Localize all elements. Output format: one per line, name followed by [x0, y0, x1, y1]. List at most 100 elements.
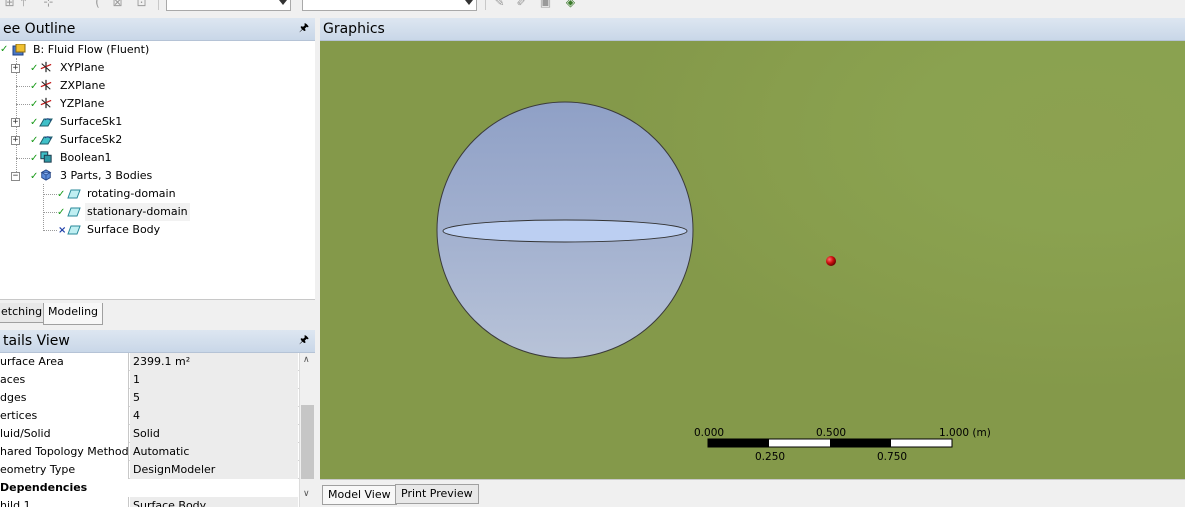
details-row[interactable]: eometry Type DesignModeler: [0, 461, 299, 479]
check-icon: ✓: [30, 153, 39, 164]
check-icon: ✓: [30, 81, 39, 92]
scale-label: 0.000: [694, 427, 724, 439]
details-scrollbar[interactable]: ∧ ∨: [299, 353, 315, 507]
details-row-value: 4: [130, 407, 298, 425]
curve-icon[interactable]: (: [91, 0, 104, 9]
check-icon: ✓: [57, 189, 66, 200]
details-row-name: eometry Type: [0, 461, 129, 479]
tree-item-surfacesk2[interactable]: + ✓ SurfaceSk2: [0, 131, 315, 149]
tree-item-label: stationary-domain: [85, 203, 190, 221]
graph-icon[interactable]: ◈: [564, 0, 577, 9]
details-row-name: ertices: [0, 407, 129, 425]
toolbar-separator: [485, 0, 486, 10]
comment-icon[interactable]: ✎: [493, 0, 506, 9]
tree-item-xyplane[interactable]: + ✓ XYPlane: [0, 59, 315, 77]
tab-sketching[interactable]: etching: [0, 303, 48, 323]
check-icon: ✓: [30, 135, 39, 146]
details-row-name: urface Area: [0, 353, 129, 371]
graphics-tabbar: Model View Print Preview: [320, 479, 1185, 507]
collapse-icon[interactable]: −: [11, 172, 20, 181]
details-row[interactable]: aces 1: [0, 371, 299, 389]
tree-item-label: B: Fluid Flow (Fluent): [33, 43, 150, 56]
details-row-value: Solid: [130, 425, 298, 443]
brush-icon[interactable]: ✐: [515, 0, 528, 9]
pin-icon[interactable]: 🖈: [299, 334, 309, 346]
tab-modeling[interactable]: Modeling: [43, 303, 104, 325]
toolbar-combo-2[interactable]: [302, 0, 477, 11]
equator-surface[interactable]: [442, 219, 688, 243]
parts-icon: [40, 169, 52, 181]
tree-item-boolean1[interactable]: ✓ Boolean1: [0, 149, 315, 167]
scale-label: 1.000 (m): [939, 427, 991, 439]
tab-label: Modeling: [48, 305, 99, 318]
tree-outline-title: ee Outline: [3, 21, 76, 37]
edge-select-icon[interactable]: ⊹: [42, 0, 55, 9]
tree-item-label: rotating-domain: [87, 187, 176, 200]
tree-item-label: ZXPlane: [60, 79, 106, 92]
check-icon: ✓: [30, 117, 39, 128]
pin-icon[interactable]: 🖈: [299, 22, 309, 34]
details-row-value: 1: [130, 371, 298, 389]
details-row-value: DesignModeler: [130, 461, 298, 479]
tree-item-surface-body[interactable]: × Surface Body: [0, 221, 315, 239]
graphics-canvas: 0.000 0.500 1.000 (m) 0.250 0.750: [436, 101, 991, 463]
tab-label: Model View: [328, 488, 391, 501]
expand-icon[interactable]: +: [11, 118, 20, 127]
details-row-value: 5: [130, 389, 298, 407]
tree-item-zxplane[interactable]: ✓ ZXPlane: [0, 77, 315, 95]
toolbar-combo-1[interactable]: [166, 0, 291, 11]
details-row-value: Surface Body: [130, 497, 298, 507]
details-row-name: hared Topology Method: [0, 443, 129, 461]
details-row[interactable]: ertices 4: [0, 407, 299, 425]
details-row-name: aces: [0, 371, 129, 389]
check-icon: ✓: [0, 44, 9, 55]
red-point-marker[interactable]: [826, 256, 836, 266]
select-mode-icon[interactable]: ⊡: [135, 0, 148, 9]
tree-item-stationary-domain[interactable]: ✓ stationary-domain: [0, 203, 315, 221]
tree-outline: ✓ B: Fluid Flow (Fluent) + ✓ XYPlane ✓ Z…: [0, 41, 315, 299]
tree-item-surfacesk1[interactable]: + ✓ SurfaceSk1: [0, 113, 315, 131]
details-row[interactable]: hared Topology Method Automatic: [0, 443, 299, 461]
tree-item-rotating-domain[interactable]: ✓ rotating-domain: [0, 185, 315, 203]
details-view-title: tails View: [3, 333, 70, 349]
expand-icon[interactable]: +: [11, 64, 20, 73]
details-view: urface Area 2399.1 m² aces 1 dges 5 erti…: [0, 353, 299, 507]
scroll-thumb[interactable]: [301, 405, 314, 479]
surface-body-icon: [67, 225, 81, 235]
surface-body-icon: [67, 189, 81, 199]
camera-icon[interactable]: ▣: [539, 0, 552, 9]
details-group-label: Dependencies: [0, 479, 299, 497]
tree-item-project[interactable]: ✓ B: Fluid Flow (Fluent): [0, 41, 315, 59]
tree-item-label: SurfaceSk2: [60, 133, 123, 146]
scroll-down-icon[interactable]: ∨: [303, 489, 310, 499]
feature-icon[interactable]: ⊠: [111, 0, 124, 9]
details-row[interactable]: dges 5: [0, 389, 299, 407]
expand-icon[interactable]: +: [11, 136, 20, 145]
graphics-viewport[interactable]: 0.000 0.500 1.000 (m) 0.250 0.750: [320, 41, 1185, 479]
tree-item-parts[interactable]: − ✓ 3 Parts, 3 Bodies: [0, 167, 315, 185]
details-row[interactable]: urface Area 2399.1 m²: [0, 353, 299, 371]
chevron-down-icon: [279, 0, 287, 5]
details-row[interactable]: hild 1 Surface Body: [0, 497, 299, 507]
check-icon: ✓: [30, 63, 39, 74]
chevron-down-icon: [465, 0, 473, 5]
surface-body-icon: [67, 207, 81, 217]
check-icon: ✓: [57, 207, 66, 218]
boolean-icon: [40, 151, 52, 163]
scale-label: 0.750: [877, 451, 907, 463]
details-row[interactable]: luid/Solid Solid: [0, 425, 299, 443]
details-group-dependencies[interactable]: Dependencies: [0, 479, 299, 497]
tree-item-label: Surface Body: [87, 223, 161, 236]
face-icon[interactable]: ⤒: [17, 0, 30, 9]
designmodeler-window: ⊞ ⤒ ⊹ ( ⊠ ⊡ ✎ ✐ ▣ ◈ ee Outline 🖈 ✓ B: Fl…: [0, 0, 1185, 507]
tree-item-label: Boolean1: [60, 151, 112, 164]
details-row-value: 2399.1 m²: [130, 353, 298, 371]
zoom-icon[interactable]: ⊞: [3, 0, 16, 9]
details-row-name: luid/Solid: [0, 425, 129, 443]
scroll-up-icon[interactable]: ∧: [303, 355, 310, 365]
tab-print-preview[interactable]: Print Preview: [395, 484, 479, 504]
details-view-header: tails View 🖈: [0, 330, 315, 353]
tree-item-yzplane[interactable]: ✓ YZPlane: [0, 95, 315, 113]
tree-item-label: YZPlane: [60, 97, 105, 110]
tab-model-view[interactable]: Model View: [322, 485, 397, 505]
